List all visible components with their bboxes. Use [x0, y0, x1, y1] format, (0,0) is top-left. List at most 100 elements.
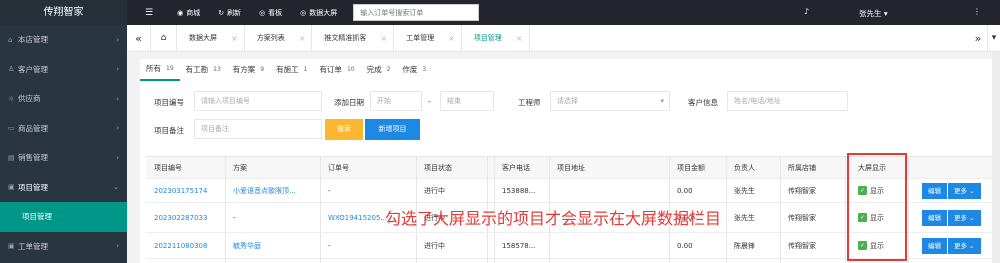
user-icon: ♙	[8, 65, 15, 74]
store: 传翔智家	[788, 186, 816, 195]
sidebar-subitem-project-manage[interactable]: 项目管理	[0, 202, 127, 232]
close-icon[interactable]: ×	[448, 25, 455, 52]
home-icon: ⌂	[8, 35, 13, 44]
sidebar-item-label: 商品管理	[18, 123, 48, 133]
project-no-link[interactable]: 202302287033	[146, 203, 226, 232]
scrollbar[interactable]	[992, 52, 1000, 263]
tab-label: 工单管理	[406, 33, 435, 42]
engineer-label: 工程师	[518, 98, 541, 107]
engineer-select[interactable]: 请选择 ▾	[550, 91, 670, 111]
close-icon[interactable]: ×	[516, 25, 523, 52]
sidebar-item-label: 客户管理	[18, 64, 48, 74]
sidebar-item-store[interactable]: ⌂ 本店管理 ›	[0, 25, 127, 55]
engineer-placeholder: 请选择	[557, 97, 578, 105]
project-status: 进行中	[424, 241, 445, 250]
tab-bigscreen[interactable]: 数据大屏 ×	[177, 24, 245, 52]
plan-link[interactable]: 小爱语音点歌限顶...	[225, 179, 321, 202]
tab-scroll-left-icon[interactable]: «	[127, 24, 151, 52]
sidebar-item-sales[interactable]: ▤ 销售管理 ›	[0, 143, 127, 173]
tab-tweet[interactable]: 推文精准抓客 ×	[312, 24, 395, 52]
filter-tab-void[interactable]: 作废 3	[396, 59, 432, 81]
tab-scroll-right-icon[interactable]: »	[969, 25, 987, 52]
edit-button[interactable]: 编辑	[922, 182, 947, 199]
sidebar-item-customers[interactable]: ♙ 客户管理 ›	[0, 55, 127, 85]
tab-menu-icon[interactable]: ▾	[987, 25, 1000, 52]
bell-icon[interactable]: ♪	[804, 7, 809, 16]
project-amount: 0.00	[677, 241, 693, 250]
filter-tab-label: 有施工	[276, 65, 299, 74]
project-no-link[interactable]: 202211080308	[146, 233, 226, 258]
column-header: 客户电话	[502, 163, 530, 172]
tab-workorders[interactable]: 工单管理 ×	[394, 24, 462, 52]
bigscreen-button[interactable]: ◎ 数据大屏	[300, 8, 337, 18]
chevron-down-icon: ▾	[883, 9, 888, 18]
chevron-down-icon: ⌄	[969, 186, 975, 195]
filter-tab-all[interactable]: 所有 19	[140, 59, 180, 81]
more-button[interactable]: 更多 ⌄	[948, 182, 981, 199]
chevron-right-icon: ›	[116, 242, 119, 251]
project-status: 进行中	[424, 186, 445, 195]
menu-toggle-icon[interactable]: ☰	[145, 8, 153, 18]
chevron-right-icon: ›	[116, 153, 119, 162]
column-header: 项目状态	[424, 163, 452, 172]
shop-label: 商城	[186, 8, 201, 17]
status-filter-tabs: 所有 19 有工勘 13 有方案 9 有施工 1 有订单 10 完成 2 作废 3	[140, 59, 432, 81]
filter-tab-count: 19	[166, 65, 174, 72]
sidebar-item-workorders[interactable]: ▣ 工单管理 ›	[0, 232, 127, 262]
column-header: 项目编号	[154, 163, 182, 172]
chevron-down-icon: ⌄	[969, 213, 975, 222]
board-label: 看板	[268, 8, 283, 17]
more-label: 更多	[954, 241, 967, 250]
date-start-input[interactable]: 开始	[370, 91, 422, 111]
sidebar-item-projects[interactable]: ▣ 项目管理 ⌄	[0, 173, 127, 203]
column-divider	[320, 157, 321, 263]
tab-plans[interactable]: 方案列表 ×	[245, 24, 313, 52]
project-no-input[interactable]: 请输入项目编号	[194, 91, 322, 111]
note-input[interactable]: 项目备注	[194, 119, 322, 139]
column-divider	[225, 157, 226, 263]
more-icon[interactable]: ⋮	[973, 7, 981, 16]
filter-tab-survey[interactable]: 有工勘 13	[180, 59, 227, 81]
customer-input[interactable]: 姓名/电话/地址	[727, 91, 848, 111]
filter-tab-count: 3	[422, 66, 427, 73]
board-button[interactable]: ◎ 看板	[259, 8, 282, 18]
chevron-right-icon: ›	[116, 124, 119, 133]
top-bar: ☰ ◉商城 ↻刷新 ◎看板 ◎数据大屏 ♪ 张先生 ▾ ⋮	[127, 0, 1000, 25]
filter-tab-label: 有工勘	[185, 65, 209, 74]
sidebar: 传翔智家 ⌂ 本店管理 › ♙ 客户管理 › ☼ 供应商 › ▭ 商品管理 › ▤ 销售管理 › ▣…	[0, 0, 127, 263]
refresh-icon: ↻	[218, 8, 225, 17]
tab-projects[interactable]: 项目管理 ×	[462, 24, 530, 52]
display-column-highlight	[847, 153, 907, 261]
date-end-input[interactable]: 结束	[440, 91, 494, 111]
edit-button[interactable]: 编辑	[922, 237, 947, 254]
close-icon[interactable]: ×	[299, 25, 306, 52]
home-tab-icon[interactable]: ⌂	[151, 24, 177, 52]
close-icon[interactable]: ×	[231, 25, 238, 52]
customer-phone: 158578...	[502, 241, 536, 250]
user-menu[interactable]: 张先生 ▾	[859, 8, 888, 19]
column-header: 所属店铺	[788, 163, 816, 172]
filter-tab-order[interactable]: 有订单 10	[313, 59, 360, 81]
eye-icon: ◎	[300, 8, 307, 17]
close-icon[interactable]: ×	[380, 25, 387, 52]
edit-button[interactable]: 编辑	[922, 209, 947, 226]
tab-bar: « ⌂ 数据大屏 × 方案列表 × 推文精准抓客 × 工单管理 × 项目管理 × » ▾	[127, 24, 1000, 52]
chevron-down-icon: ⌄	[969, 241, 975, 250]
sidebar-item-products[interactable]: ▭ 商品管理 ›	[0, 114, 127, 144]
sidebar-item-label: 本店管理	[18, 35, 48, 45]
order-search-input[interactable]	[353, 4, 480, 21]
app-logo: 传翔智家	[0, 0, 127, 25]
filter-tab-plan[interactable]: 有方案 9	[227, 59, 270, 81]
sidebar-item-suppliers[interactable]: ☼ 供应商 ›	[0, 84, 127, 114]
shop-button[interactable]: ◉ 商城	[177, 8, 200, 18]
search-button[interactable]: 搜索	[325, 119, 363, 140]
filter-tab-construction[interactable]: 有施工 1	[270, 59, 313, 81]
filter-tab-done[interactable]: 完成 2	[361, 59, 397, 81]
more-button[interactable]: 更多 ⌄	[948, 209, 981, 226]
more-button[interactable]: 更多 ⌄	[948, 237, 981, 254]
refresh-button[interactable]: ↻ 刷新	[218, 8, 241, 18]
add-project-button[interactable]: 新增项目	[365, 119, 420, 140]
sidebar-item-label: 项目管理	[22, 212, 52, 222]
plan-link[interactable]: 毓秀华庭	[225, 233, 321, 258]
project-no-link[interactable]: 202303175174	[146, 179, 226, 202]
